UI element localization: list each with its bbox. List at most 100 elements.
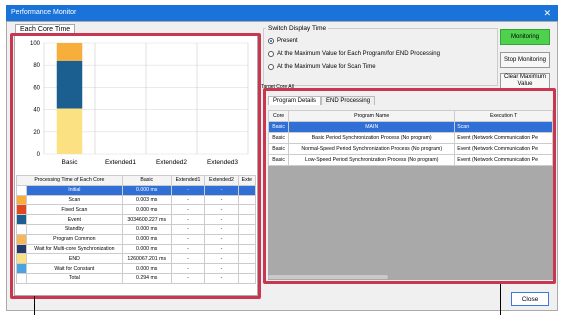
horizontal-scrollbar[interactable] xyxy=(268,275,388,279)
title-bar: Performance Monitor ✕ xyxy=(6,5,558,21)
color-swatch xyxy=(16,253,27,265)
table-row[interactable]: Scan 0.003 ms - - xyxy=(16,194,256,206)
x-tick-label: Extended1 xyxy=(105,159,136,166)
table-row[interactable]: Event 3034600.227 ms - - xyxy=(16,214,256,225)
table-row[interactable]: Basic Low-Speed Period Synchronization Pr… xyxy=(268,154,553,166)
y-tick-label: 100 xyxy=(30,41,41,47)
program-name-cell: Basic Period Synchronization Process (No… xyxy=(288,132,456,144)
execution-type-cell: Event (Network Communication Pe xyxy=(454,143,553,155)
pointer-line-left xyxy=(34,296,35,315)
row-label: Scan xyxy=(26,194,123,206)
radio-present[interactable]: Present xyxy=(268,38,298,44)
extended1-value: - xyxy=(170,194,206,206)
extended1-value: - xyxy=(170,184,206,196)
processing-table: Processing Time of Each Core Basic Extende… xyxy=(16,175,256,284)
extended1-value: - xyxy=(170,223,206,235)
extended1-value: - xyxy=(170,272,206,284)
extended2-value: - xyxy=(204,253,239,265)
table-row[interactable]: Wait for Constant 0.000 ms - - xyxy=(16,263,256,274)
core-cell: Basic xyxy=(268,154,290,166)
radio-max-program[interactable]: At the Maximum Value for Each Program/fo… xyxy=(268,51,440,57)
extended3-value xyxy=(237,263,256,274)
basic-value: 3034600.227 ms xyxy=(121,214,172,225)
bar-segment xyxy=(56,60,83,109)
column-header: Basic xyxy=(121,175,172,186)
execution-type-cell: Event (Network Communication Pe xyxy=(454,132,553,144)
radio-max-scan[interactable]: At the Maximum Value for Scan Time xyxy=(268,64,376,70)
chart-svg: 0 20 40 60 80 100 Basic Extended1 Extended2 Exten… xyxy=(30,41,249,166)
stop-monitoring-button[interactable]: Stop Monitoring xyxy=(500,52,550,68)
window-title: Performance Monitor xyxy=(11,9,77,16)
extended2-value: - xyxy=(204,194,239,206)
extended2-value: - xyxy=(204,233,239,245)
color-swatch xyxy=(16,263,27,274)
column-header: Exte xyxy=(237,175,256,186)
row-label: Total xyxy=(26,272,123,284)
inner-tabs: Program Details END Processing xyxy=(268,96,376,105)
column-header: Extended1 xyxy=(170,175,206,186)
bar-segment xyxy=(56,108,83,154)
column-header: Extended2 xyxy=(204,175,239,186)
core-cell: Basic xyxy=(268,143,290,155)
extended1-value: - xyxy=(170,214,206,225)
column-header: Core xyxy=(268,110,290,122)
clear-maximum-button[interactable]: Clear Maximum Value xyxy=(500,73,550,89)
tab-end-processing[interactable]: END Processing xyxy=(321,96,376,105)
tab-program-details[interactable]: Program Details xyxy=(268,96,322,105)
table-row[interactable]: END 1260067.201 ms - - xyxy=(16,253,256,265)
extended2-value: - xyxy=(204,263,239,274)
execution-type-cell: Event (Network Communication Pe xyxy=(454,154,553,166)
table-header-row: Processing Time of Each Core Basic Extende… xyxy=(16,175,256,186)
extended1-value: - xyxy=(170,233,206,245)
radio-dot xyxy=(268,51,274,57)
column-header: Processing Time of Each Core xyxy=(16,175,123,186)
table-row[interactable]: Basic Basic Period Synchronization Proces… xyxy=(268,132,553,144)
extended3-value xyxy=(237,243,256,255)
core-cell: Basic xyxy=(268,121,290,133)
grid-header-row: Core Program Name Execution T xyxy=(268,110,553,122)
extended2-value: - xyxy=(204,243,239,255)
table-row[interactable]: Standby 0.000 ms - - xyxy=(16,223,256,235)
pointer-line-right xyxy=(500,284,501,315)
color-swatch xyxy=(16,214,27,225)
table-row[interactable]: Basic MAIN Scan xyxy=(268,121,553,133)
row-label: Program Common xyxy=(26,233,123,245)
extended2-value: - xyxy=(204,214,239,225)
program-name-cell: Normal-Speed Period Synchronization Proc… xyxy=(288,143,456,155)
extended3-value xyxy=(237,253,256,265)
extended3-value xyxy=(237,194,256,206)
radio-dot xyxy=(268,64,274,70)
extended1-value: - xyxy=(170,204,206,216)
table-row[interactable]: Wait for Multi-core Synchronization 0.000… xyxy=(16,243,256,255)
monitoring-button[interactable]: Monitoring xyxy=(500,29,550,45)
color-swatch xyxy=(16,233,27,245)
basic-value: 0.000 ms xyxy=(121,243,172,255)
color-swatch xyxy=(16,243,27,255)
switch-display-group xyxy=(263,28,498,86)
close-button[interactable]: Close xyxy=(511,292,549,306)
row-label: Fixed Scan xyxy=(26,204,123,216)
extended1-value: - xyxy=(170,263,206,274)
tab-each-core-time[interactable]: Each Core Time xyxy=(15,24,76,35)
extended2-value: - xyxy=(204,223,239,235)
extended3-value xyxy=(237,184,256,196)
table-row[interactable]: Fixed Scan 0.000 ms - - xyxy=(16,204,256,216)
column-header: Execution T xyxy=(454,110,553,122)
table-row[interactable]: Program Common 0.000 ms - - xyxy=(16,233,256,245)
extended2-value: - xyxy=(204,272,239,284)
table-row[interactable]: Basic Normal-Speed Period Synchronization… xyxy=(268,143,553,155)
table-row[interactable]: Total 0.294 ms - - xyxy=(16,272,256,284)
bar-segment xyxy=(56,43,83,61)
row-label: Wait for Constant xyxy=(26,263,123,274)
basic-value: 0.000 ms xyxy=(121,184,172,196)
core-time-chart: 0 20 40 60 80 100 Basic Extended1 Extended2 Exten… xyxy=(16,37,256,172)
basic-value: 0.294 ms xyxy=(121,272,172,284)
column-header: Program Name xyxy=(288,110,456,122)
extended1-value: - xyxy=(170,243,206,255)
radio-dot xyxy=(268,38,274,44)
row-label: Wait for Multi-core Synchronization xyxy=(26,243,123,255)
table-row[interactable]: Initial 0.000 ms - - xyxy=(16,184,256,196)
color-swatch xyxy=(16,223,27,235)
close-icon[interactable]: ✕ xyxy=(543,5,551,21)
row-label: Initial xyxy=(26,184,123,196)
